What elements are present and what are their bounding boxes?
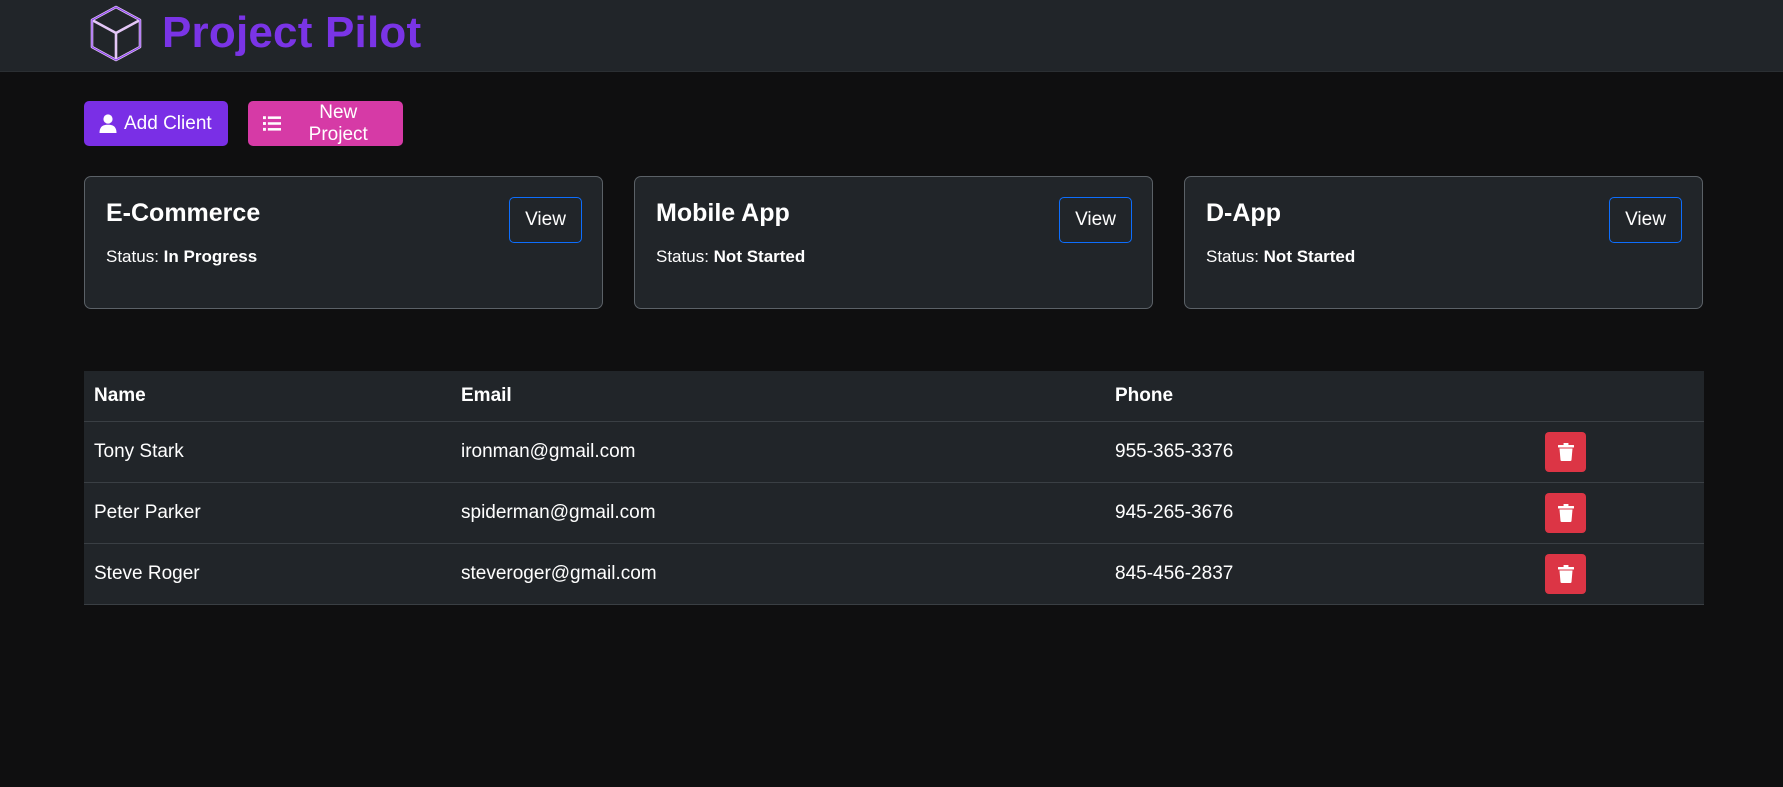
view-project-button[interactable]: View [1059, 197, 1132, 243]
new-project-button[interactable]: New Project [248, 101, 403, 146]
column-header-email: Email [451, 371, 1105, 422]
client-actions [1525, 543, 1704, 605]
client-name: Steve Roger [84, 543, 451, 605]
client-email: ironman@gmail.com [451, 421, 1105, 483]
status-label: Status: [106, 247, 159, 266]
project-card: E-Commerce Status: In Progress View [84, 176, 603, 309]
new-project-label: New Project [308, 101, 368, 145]
project-name: Mobile App [656, 199, 790, 227]
list-icon [263, 116, 282, 131]
project-status: Status: Not Started [656, 247, 805, 267]
project-card: D-App Status: Not Started View [1184, 176, 1703, 309]
project-name: E-Commerce [106, 199, 261, 227]
add-client-button[interactable]: Add Client [84, 101, 228, 146]
status-value: Not Started [713, 247, 806, 266]
trash-icon [1557, 443, 1574, 461]
navbar: Project Pilot [0, 0, 1783, 72]
status-label: Status: [1206, 247, 1259, 266]
status-value: In Progress [163, 247, 258, 266]
client-email: spiderman@gmail.com [451, 482, 1105, 544]
table-row: Tony Stark ironman@gmail.com 955-365-337… [84, 421, 1704, 483]
action-bar: Add Client New Project [84, 101, 403, 146]
client-email: steveroger@gmail.com [451, 543, 1105, 605]
client-phone: 845-456-2837 [1105, 543, 1525, 605]
add-client-label: Add Client [124, 112, 212, 134]
client-actions [1525, 482, 1704, 544]
delete-client-button[interactable] [1545, 493, 1586, 533]
clients-table: Name Email Phone Tony Stark ironman@gmai… [84, 371, 1704, 605]
project-status: Status: In Progress [106, 247, 257, 267]
status-value: Not Started [1263, 247, 1356, 266]
delete-client-button[interactable] [1545, 432, 1586, 472]
trash-icon [1557, 565, 1574, 583]
client-actions [1525, 421, 1704, 483]
view-project-button[interactable]: View [1609, 197, 1682, 243]
project-name: D-App [1206, 199, 1281, 227]
cube-icon [90, 5, 142, 62]
project-card: Mobile App Status: Not Started View [634, 176, 1153, 309]
column-header-phone: Phone [1105, 371, 1525, 422]
table-header-row: Name Email Phone [84, 371, 1704, 422]
view-project-button[interactable]: View [509, 197, 582, 243]
status-label: Status: [656, 247, 709, 266]
table-row: Steve Roger steveroger@gmail.com 845-456… [84, 543, 1704, 605]
project-cards: E-Commerce Status: In Progress View Mobi… [84, 176, 1704, 309]
delete-client-button[interactable] [1545, 554, 1586, 594]
project-status: Status: Not Started [1206, 247, 1355, 267]
column-header-name: Name [84, 371, 451, 422]
client-name: Peter Parker [84, 482, 451, 544]
client-name: Tony Stark [84, 421, 451, 483]
trash-icon [1557, 504, 1574, 522]
brand-title: Project Pilot [162, 8, 422, 57]
user-icon [99, 114, 117, 133]
column-header-actions [1525, 371, 1704, 422]
client-phone: 945-265-3676 [1105, 482, 1525, 544]
brand-link[interactable]: Project Pilot [86, 3, 421, 63]
client-phone: 955-365-3376 [1105, 421, 1525, 483]
table-row: Peter Parker spiderman@gmail.com 945-265… [84, 482, 1704, 544]
